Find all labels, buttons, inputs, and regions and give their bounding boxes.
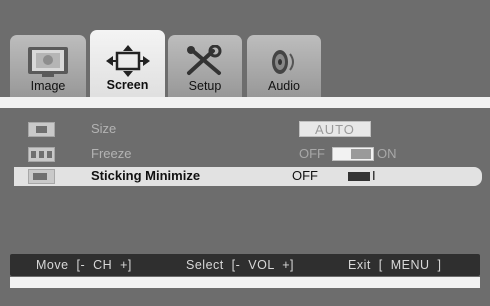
tab-audio[interactable]: Audio <box>247 35 321 97</box>
tab-setup-label: Setup <box>188 79 222 93</box>
size-value: AUTO <box>299 121 371 137</box>
hint-move: Move [- CH +] <box>36 258 132 272</box>
sticking-minimize-on-label: I <box>372 168 376 183</box>
menu-row-freeze: Freeze OFF ON <box>14 145 482 164</box>
freeze-icon <box>28 147 55 162</box>
tab-setup[interactable]: Setup <box>168 35 242 97</box>
tab-image-label: Image <box>30 79 66 93</box>
hint-select: Select [- VOL +] <box>186 258 295 272</box>
osd-menu: Image Screen Setup Audio Size AUTO Freez… <box>0 0 490 306</box>
tab-screen[interactable]: Screen <box>90 30 165 102</box>
hint-exit: Exit [ MENU ] <box>348 258 442 272</box>
tab-divider <box>0 97 490 108</box>
freeze-toggle <box>332 147 374 161</box>
freeze-on-label: ON <box>377 146 397 161</box>
menu-row-size: Size AUTO <box>14 120 482 139</box>
menu-row-sticking-minimize[interactable]: Sticking Minimize OFF I <box>14 167 482 186</box>
footer-band <box>10 277 480 288</box>
tab-screen-label: Screen <box>106 78 149 92</box>
sticking-minimize-label: Sticking Minimize <box>91 168 201 183</box>
sticking-minimize-icon <box>28 169 55 184</box>
size-icon <box>28 122 55 137</box>
sticking-minimize-off-label: OFF <box>292 168 318 183</box>
navigation-hint-bar: Move [- CH +] Select [- VOL +] Exit [ ME… <box>10 254 480 276</box>
freeze-off-label: OFF <box>299 146 325 161</box>
size-label: Size <box>91 121 117 136</box>
tab-audio-label: Audio <box>268 79 300 93</box>
sticking-minimize-toggle[interactable] <box>332 169 374 183</box>
tab-image[interactable]: Image <box>10 35 86 97</box>
freeze-label: Freeze <box>91 146 132 161</box>
